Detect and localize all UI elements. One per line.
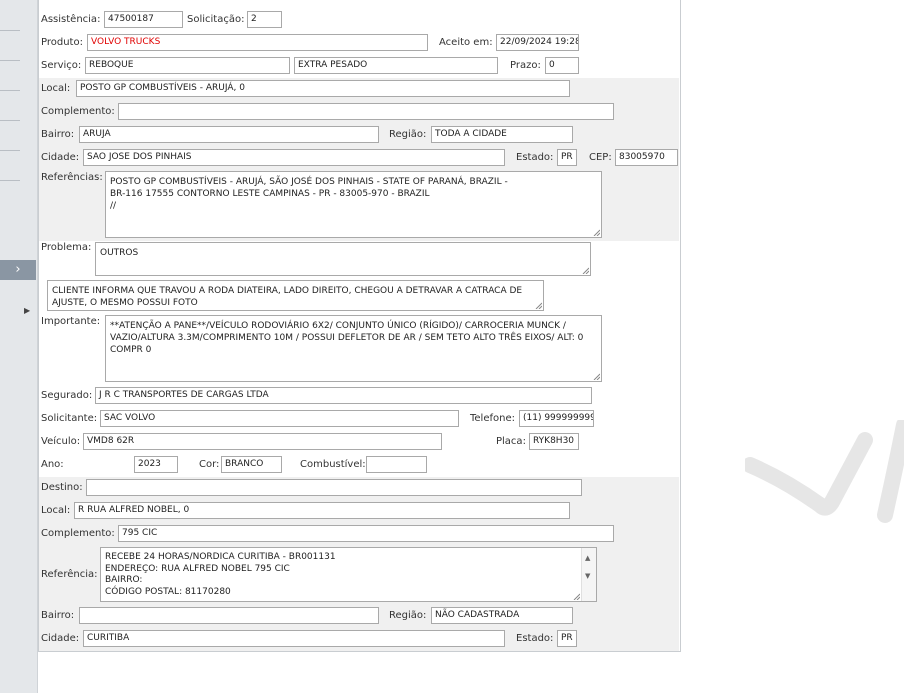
destino-cidade-field[interactable]: CURITIBA: [83, 630, 505, 647]
destino-estado-label: Estado:: [516, 633, 554, 644]
aceito-em-field[interactable]: 22/09/2024 19:28: [496, 34, 579, 51]
text-line: AJUSTE, O MESMO POSSUI FOTO: [52, 298, 198, 308]
sidebar-toggle-button[interactable]: ›: [0, 260, 36, 280]
servico-type-field[interactable]: EXTRA PESADO: [294, 57, 498, 74]
text-line: RECEBE 24 HORAS/NORDICA CURITIBA - BR001…: [105, 552, 336, 562]
resize-grip-icon[interactable]: [572, 592, 580, 600]
prazo-field[interactable]: 0: [545, 57, 579, 74]
text-line: ENDEREÇO: RUA ALFRED NOBEL 795 CIC: [105, 563, 290, 574]
estado-label: Estado:: [516, 152, 554, 163]
regiao-label: Região:: [389, 129, 427, 140]
sidebar-divider: [0, 90, 20, 91]
left-sidebar: › ▶: [0, 0, 38, 693]
resize-grip-icon[interactable]: [534, 301, 542, 309]
problema-label: Problema:: [41, 242, 92, 253]
text-line: **ATENÇÃO A PANE**/VEÍCULO RODOVIÁRIO 6X…: [110, 321, 566, 331]
destino-label: Destino:: [41, 482, 83, 493]
segurado-label: Segurado:: [41, 390, 93, 401]
logo-watermark: [745, 420, 904, 523]
referencias-label: Referências:: [41, 172, 103, 183]
prazo-label: Prazo:: [510, 60, 541, 71]
cor-label: Cor:: [199, 459, 220, 470]
caret-up-icon[interactable]: ▲: [585, 552, 590, 564]
destino-regiao-label: Região:: [389, 610, 427, 621]
sidebar-divider: [0, 30, 20, 31]
text-line: CLIENTE INFORMA QUE TRAVOU A RODA DIATEI…: [52, 286, 523, 296]
destino-cidade-label: Cidade:: [41, 633, 80, 644]
text-line: BAIRRO:: [105, 575, 143, 585]
destino-field[interactable]: [86, 479, 582, 496]
estado-field[interactable]: PR: [557, 149, 577, 166]
placa-field[interactable]: RYK8H30: [529, 433, 579, 450]
veiculo-field[interactable]: VMD8 62R: [83, 433, 442, 450]
text-line: VAZIO/ALTURA 3.3M/COMPRIMENTO 10M / POSS…: [110, 333, 584, 343]
assistencia-field[interactable]: 47500187: [104, 11, 183, 28]
destino-local-label: Local:: [41, 505, 71, 516]
text-line: BR-116 17555 CONTORNO LESTE CAMPINAS - P…: [110, 189, 430, 199]
regiao-field[interactable]: TODA A CIDADE: [431, 126, 573, 143]
produto-label: Produto:: [41, 37, 83, 48]
destino-estado-field[interactable]: PR: [557, 630, 577, 647]
resize-grip-icon[interactable]: [592, 228, 600, 236]
segurado-field[interactable]: J R C TRANSPORTES DE CARGAS LTDA: [95, 387, 592, 404]
combustivel-label: Combustível:: [300, 459, 366, 470]
telefone-label: Telefone:: [470, 413, 515, 424]
solicitacao-label: Solicitação:: [187, 14, 245, 25]
text-line: COMPR 0: [110, 345, 152, 355]
cidade-label: Cidade:: [41, 152, 80, 163]
local-field[interactable]: POSTO GP COMBUSTÍVEIS - ARUJÁ, 0: [76, 80, 570, 97]
text-line: CÓDIGO POSTAL: 81170280: [105, 586, 231, 597]
sidebar-divider: [0, 150, 20, 151]
ano-field[interactable]: 2023: [134, 456, 178, 473]
combustivel-field[interactable]: [366, 456, 427, 473]
complemento-label: Complemento:: [41, 106, 115, 117]
sidebar-divider: [0, 120, 20, 121]
caret-right-icon[interactable]: ▶: [24, 306, 30, 315]
descricao-textarea[interactable]: CLIENTE INFORMA QUE TRAVOU A RODA DIATEI…: [47, 280, 544, 311]
destino-regiao-field[interactable]: NÃO CADASTRADA: [431, 607, 573, 624]
importante-textarea[interactable]: **ATENÇÃO A PANE**/VEÍCULO RODOVIÁRIO 6X…: [105, 315, 602, 382]
cidade-field[interactable]: SAO JOSE DOS PINHAIS: [83, 149, 505, 166]
bairro-field[interactable]: ARUJA: [79, 126, 379, 143]
aceito-em-label: Aceito em:: [439, 37, 493, 48]
solicitante-label: Solicitante:: [41, 413, 98, 424]
servico-field[interactable]: REBOQUE: [85, 57, 290, 74]
referencias-textarea[interactable]: POSTO GP COMBUSTÍVEIS - ARUJÁ, SÃO JOSÉ …: [105, 171, 602, 238]
cep-field[interactable]: 83005970: [615, 149, 678, 166]
problema-textarea[interactable]: OUTROS: [95, 242, 591, 276]
destino-local-field[interactable]: R RUA ALFRED NOBEL, 0: [74, 502, 570, 519]
telefone-field[interactable]: (11) 999999999: [519, 410, 594, 427]
cep-label: CEP:: [589, 152, 612, 163]
destino-referencia-textarea[interactable]: RECEBE 24 HORAS/NORDICA CURITIBA - BR001…: [100, 547, 597, 602]
placa-label: Placa:: [496, 436, 526, 447]
cor-field[interactable]: BRANCO: [221, 456, 282, 473]
servico-label: Serviço:: [41, 60, 82, 71]
assistencia-label: Assistência:: [41, 14, 101, 25]
destino-bairro-label: Bairro:: [41, 610, 75, 621]
resize-grip-icon[interactable]: [581, 266, 589, 274]
chevron-right-icon: ›: [15, 262, 21, 277]
text-line: OUTROS: [100, 248, 139, 258]
complemento-field[interactable]: [118, 103, 614, 120]
sidebar-divider: [0, 60, 20, 61]
importante-label: Importante:: [41, 316, 101, 327]
sidebar-divider: [0, 180, 20, 181]
local-label: Local:: [41, 83, 71, 94]
ano-label: Ano:: [41, 459, 64, 470]
textarea-scrollbar[interactable]: ▲ ▼: [581, 548, 596, 601]
solicitante-field[interactable]: SAC VOLVO: [100, 410, 459, 427]
resize-grip-icon[interactable]: [592, 372, 600, 380]
solicitacao-field[interactable]: 2: [247, 11, 282, 28]
destino-complemento-field[interactable]: 795 CIC: [118, 525, 614, 542]
destino-bairro-field[interactable]: [79, 607, 379, 624]
destino-referencia-label: Referência:: [41, 569, 98, 580]
text-line: //: [110, 201, 117, 211]
bairro-label: Bairro:: [41, 129, 75, 140]
caret-down-icon[interactable]: ▼: [585, 570, 590, 582]
destino-complemento-label: Complemento:: [41, 528, 115, 539]
veiculo-label: Veículo:: [41, 436, 81, 447]
text-line: POSTO GP COMBUSTÍVEIS - ARUJÁ, SÃO JOSÉ …: [110, 177, 508, 187]
produto-field[interactable]: VOLVO TRUCKS: [87, 34, 428, 51]
